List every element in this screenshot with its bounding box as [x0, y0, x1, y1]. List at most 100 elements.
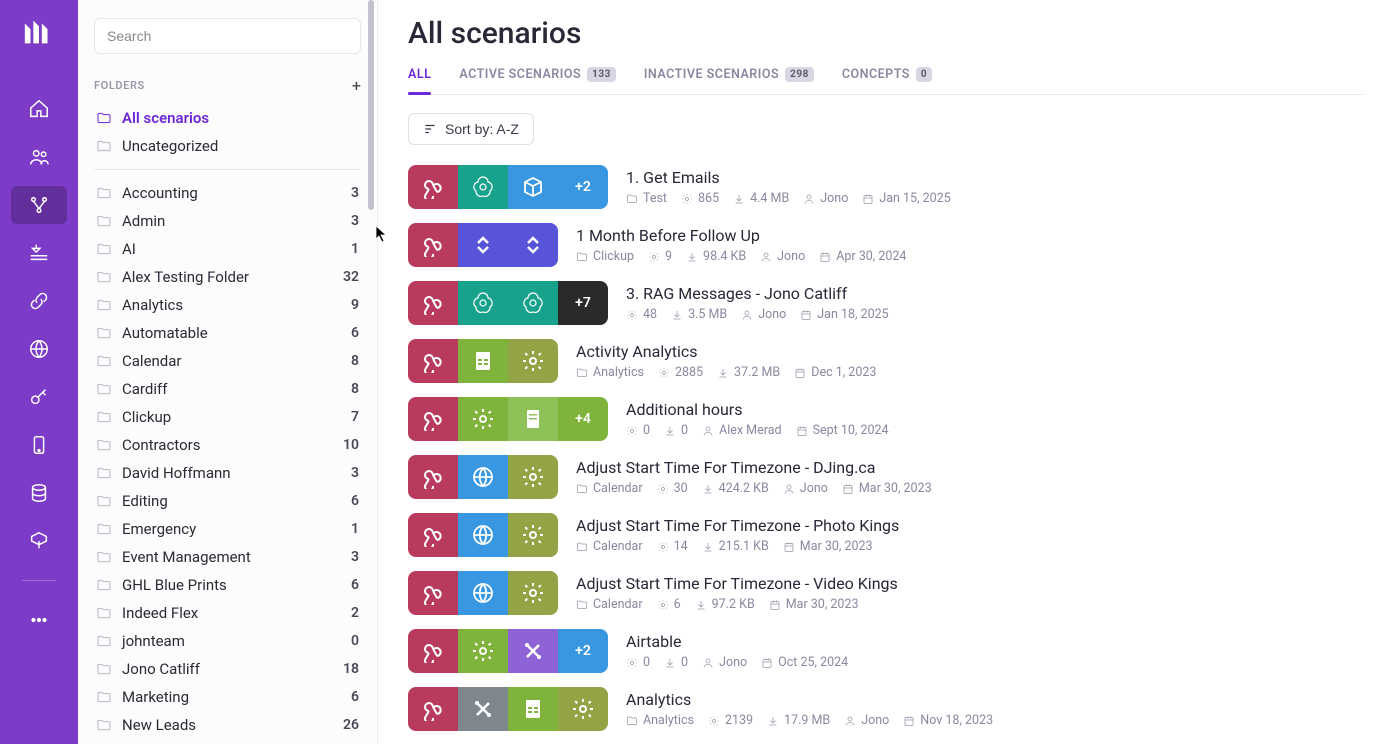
scenario-row[interactable]: Adjust Start Time For Timezone - DJing.c…	[408, 455, 1364, 499]
data-stores-icon[interactable]	[11, 474, 67, 512]
meta-date: Nov 18, 2023	[903, 713, 993, 728]
scenario-row[interactable]: Adjust Start Time For Timezone - Video K…	[408, 571, 1364, 615]
add-folder-button[interactable]: +	[352, 76, 361, 95]
folder-item[interactable]: Editing6	[94, 488, 361, 514]
folder-name: AI	[122, 240, 136, 258]
team-icon[interactable]	[11, 138, 67, 176]
meta-user: Alex Merad	[702, 423, 782, 438]
chip-webhook-icon	[408, 165, 458, 209]
folder-item[interactable]: Emergency1	[94, 516, 361, 542]
tab[interactable]: INACTIVE SCENARIOS298	[644, 67, 814, 94]
more-icon[interactable]	[11, 601, 67, 639]
scenario-name: Analytics	[626, 690, 993, 709]
scenario-chips	[408, 223, 558, 267]
meta-size: 17.9 MB	[767, 713, 830, 728]
folder-item[interactable]: johnteam0	[94, 628, 361, 654]
meta-folder: Calendar	[576, 597, 643, 612]
folder-name: Alex Testing Folder	[122, 268, 249, 286]
folder-icon	[96, 185, 112, 201]
meta-ops: 48	[626, 307, 657, 322]
tab[interactable]: CONCEPTS0	[842, 67, 932, 94]
scenario-row[interactable]: 1 Month Before Follow UpClickup998.4 KBJ…	[408, 223, 1364, 267]
scenario-row[interactable]: Adjust Start Time For Timezone - Photo K…	[408, 513, 1364, 557]
scenario-row[interactable]: +2Airtable00JonoOct 25, 2024	[408, 629, 1364, 673]
chip-webhook-icon	[408, 339, 458, 383]
folder-count: 6	[351, 493, 359, 509]
sidebar-scrollbar[interactable]	[365, 0, 377, 744]
meta-folder: Test	[626, 191, 667, 206]
folder-item[interactable]: David Hoffmann3	[94, 460, 361, 486]
folder-item[interactable]: PandaDoc12	[94, 740, 361, 744]
tab[interactable]: ACTIVE SCENARIOS133	[459, 67, 615, 94]
folder-icon	[96, 297, 112, 313]
scenario-row[interactable]: Analytics Analytics213917.9 MBJonoNov 18,…	[408, 687, 1364, 731]
meta-ops: 14	[657, 539, 688, 554]
search-input[interactable]	[94, 18, 361, 54]
chip-webhook-icon	[408, 571, 458, 615]
scenario-row[interactable]: +2 1. Get Emails Test8654.4 MBJonoJan 15, …	[408, 165, 1364, 209]
scenario-meta: Analytics213917.9 MBJonoNov 18, 2023	[626, 713, 993, 728]
tab[interactable]: ALL	[408, 67, 431, 94]
home-icon[interactable]	[11, 90, 67, 128]
folder-item[interactable]: Uncategorized	[94, 133, 361, 159]
folder-name: Jono Catliff	[122, 660, 200, 678]
meta-date: Mar 30, 2023	[783, 539, 873, 554]
chip-more: +2	[558, 165, 608, 209]
folder-item[interactable]: Marketing6	[94, 684, 361, 710]
meta-size: 98.4 KB	[686, 249, 746, 264]
scenario-row[interactable]: +73. RAG Messages - Jono Catliff483.5 MB…	[408, 281, 1364, 325]
chip-globe-icon	[458, 455, 508, 499]
meta-user: Jono	[760, 249, 805, 264]
scenario-meta: Test8654.4 MBJonoJan 15, 2025	[626, 191, 951, 206]
folder-item[interactable]: New Leads26	[94, 712, 361, 738]
folder-item[interactable]: Admin3	[94, 208, 361, 234]
meta-size: 0	[664, 423, 688, 438]
keys-icon[interactable]	[11, 378, 67, 416]
folder-item[interactable]: Jono Catliff18	[94, 656, 361, 682]
chip-more: +4	[558, 397, 608, 441]
scenario-name: 3. RAG Messages - Jono Catliff	[626, 284, 889, 303]
folder-item[interactable]: AI 1	[94, 236, 361, 262]
folder-item[interactable]: Accounting3	[94, 180, 361, 206]
scenario-name: Airtable	[626, 632, 848, 651]
scenario-name: 1 Month Before Follow Up	[576, 226, 906, 245]
devices-icon[interactable]	[11, 426, 67, 464]
scenario-name: 1. Get Emails	[626, 168, 951, 187]
folder-count: 1	[351, 241, 359, 257]
folder-count: 6	[351, 689, 359, 705]
scenario-meta: 00JonoOct 25, 2024	[626, 655, 848, 670]
webhooks-icon[interactable]	[11, 330, 67, 368]
folder-item[interactable]: All scenarios	[94, 105, 361, 131]
scenarios-icon[interactable]	[11, 186, 67, 224]
folder-item[interactable]: Automatable6	[94, 320, 361, 346]
folder-item[interactable]: Cardiff8	[94, 376, 361, 402]
folder-count: 6	[351, 577, 359, 593]
folder-item[interactable]: GHL Blue Prints6	[94, 572, 361, 598]
meta-folder: Calendar	[576, 539, 643, 554]
folder-count: 7	[351, 409, 359, 425]
templates-icon[interactable]	[11, 234, 67, 272]
folder-icon	[96, 353, 112, 369]
connections-icon[interactable]	[11, 282, 67, 320]
folder-count: 0	[351, 633, 359, 649]
scenario-meta: Calendar30424.2 KBJonoMar 30, 2023	[576, 481, 932, 496]
chip-box-icon	[508, 165, 558, 209]
scenario-chips: +2	[408, 165, 608, 209]
folder-item[interactable]: Alex Testing Folder32	[94, 264, 361, 290]
scenario-meta: Calendar697.2 KBMar 30, 2023	[576, 597, 898, 612]
folder-item[interactable]: Clickup7	[94, 404, 361, 430]
page-title: All scenarios	[408, 16, 1364, 51]
folder-icon	[96, 605, 112, 621]
scenario-row[interactable]: +4Additional hours00Alex MeradSept 10, 2…	[408, 397, 1364, 441]
scenario-row[interactable]: Activity AnalyticsAnalytics288537.2 MBDe…	[408, 339, 1364, 383]
folder-name: Accounting	[122, 184, 198, 202]
scenario-chips: +4	[408, 397, 608, 441]
folder-item[interactable]: Analytics9	[94, 292, 361, 318]
functions-icon[interactable]	[11, 522, 67, 560]
folder-item[interactable]: Indeed Flex2	[94, 600, 361, 626]
folder-item[interactable]: Event Management3	[94, 544, 361, 570]
sort-button[interactable]: Sort by: A-Z	[408, 113, 534, 145]
folder-item[interactable]: Contractors10	[94, 432, 361, 458]
folder-item[interactable]: Calendar8	[94, 348, 361, 374]
meta-date: Mar 30, 2023	[842, 481, 932, 496]
